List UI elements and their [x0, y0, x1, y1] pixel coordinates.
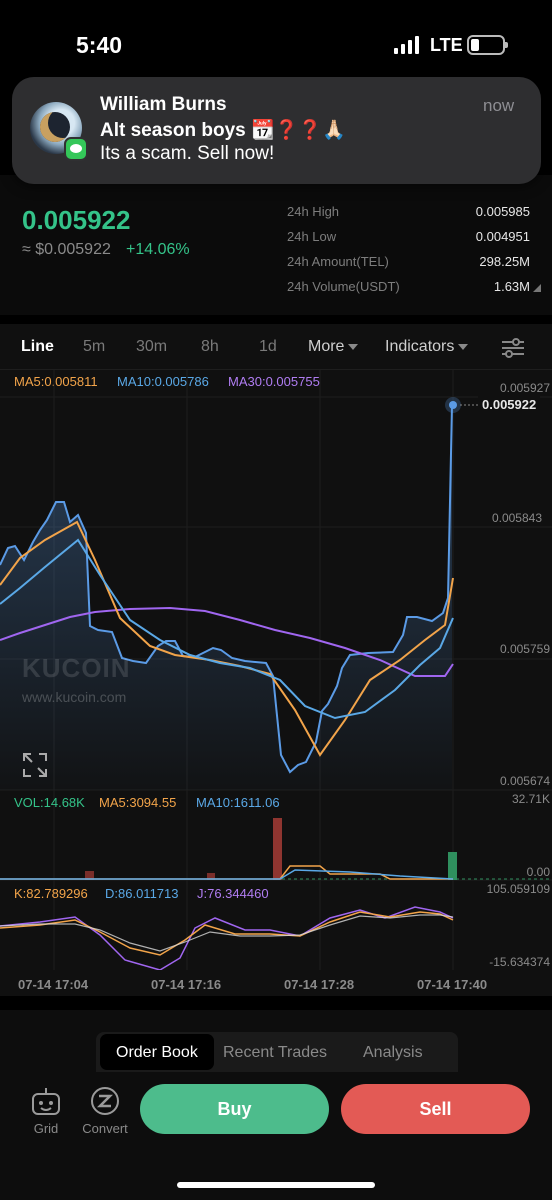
chevron-down-icon	[348, 343, 359, 350]
tab-indicators[interactable]: Indicators	[385, 338, 469, 356]
tab-more-label: More	[308, 338, 345, 355]
settings-sliders-icon[interactable]	[500, 337, 526, 359]
stat-label-low: 24h Low	[287, 229, 337, 244]
last-price: 0.005922	[22, 205, 131, 235]
current-price-tag: 0.005922	[478, 396, 541, 413]
notification-time: now	[483, 96, 515, 115]
corner-triangle-icon	[533, 284, 541, 292]
kdj-d-legend: D:86.011713	[105, 886, 179, 901]
y-axis-label: 0.005927	[499, 381, 550, 395]
x-axis-label: 07-14 17:16	[151, 977, 222, 992]
tab-more[interactable]: More	[308, 338, 359, 356]
stat-label-high: 24h High	[287, 204, 340, 219]
tab-1d[interactable]: 1d	[259, 338, 277, 356]
y-axis-label: 0.005843	[491, 511, 542, 525]
tab-8h[interactable]: 8h	[201, 338, 219, 356]
kdj-axis-min: -15.634374	[489, 955, 550, 969]
kdj-axis-max: 105.059109	[486, 882, 550, 896]
kdj-k-legend: K:82.789296	[14, 886, 88, 901]
tab-recent-trades[interactable]: Recent Trades	[223, 1044, 327, 1062]
kdj-j-legend: J:76.344460	[197, 886, 269, 901]
watermark-url: www.kucoin.com	[22, 689, 127, 705]
convert-label: Convert	[82, 1121, 128, 1136]
tab-analysis[interactable]: Analysis	[363, 1044, 423, 1062]
robot-icon	[32, 1088, 60, 1115]
battery-icon	[467, 35, 508, 55]
tab-line[interactable]: Line	[21, 338, 54, 356]
stat-label-volume: 24h Volume(USDT)	[287, 279, 400, 294]
stat-label-amount: 24h Amount(TEL)	[287, 254, 389, 269]
moon-icon	[40, 112, 70, 142]
messages-app-icon	[64, 137, 88, 161]
x-axis-label: 07-14 17:28	[284, 977, 355, 992]
volume-ma5-legend: MA5:3094.55	[99, 795, 177, 810]
y-axis-label: 0.005759	[499, 642, 550, 656]
convert-button[interactable]: Convert	[80, 1086, 130, 1136]
tab-30m[interactable]: 30m	[136, 338, 167, 356]
fiat-price: ≈ $0.005922	[22, 241, 111, 258]
chevron-down-icon	[458, 343, 469, 350]
grid-label: Grid	[33, 1121, 59, 1136]
stat-value-amount: 298.25M	[479, 254, 530, 269]
stat-value-high: 0.005985	[475, 204, 530, 219]
kucoin-watermark: KUCOIN	[22, 653, 131, 683]
tab-5m[interactable]: 5m	[83, 338, 105, 356]
x-axis-label: 07-14 17:40	[417, 977, 488, 992]
tab-indicators-label: Indicators	[385, 338, 455, 355]
volume-axis-max: 32.71K	[511, 792, 550, 806]
sell-button[interactable]: Sell	[341, 1084, 530, 1134]
fullscreen-icon[interactable]	[22, 752, 48, 778]
notification-message-line1: Alt season boys 📆❓❓🙏🏻	[100, 120, 346, 141]
volume-axis-min: 0.00	[526, 865, 550, 879]
grid-button[interactable]: Grid	[28, 1086, 64, 1136]
cellular-signal-icon	[394, 36, 419, 54]
home-indicator[interactable]	[177, 1182, 375, 1188]
stat-value-volume: 1.63M	[493, 279, 530, 294]
volume-ma10-legend: MA10:1611.06	[196, 795, 280, 810]
status-time: 5:40	[76, 32, 123, 58]
volume-legend: VOL:14.68K	[14, 795, 85, 810]
tab-order-book[interactable]: Order Book	[116, 1044, 198, 1062]
notification-message-line2: Its a scam. Sell now!	[100, 143, 275, 164]
x-axis-label: 07-14 17:04	[18, 977, 89, 992]
y-axis-label: 0.005674	[499, 774, 550, 788]
network-type: LTE	[430, 35, 463, 55]
stat-value-low: 0.004951	[475, 229, 530, 244]
buy-button[interactable]: Buy	[140, 1084, 329, 1134]
price-change: +14.06%	[126, 241, 190, 258]
convert-icon	[91, 1087, 119, 1115]
notification-sender: William Burns	[100, 94, 227, 115]
